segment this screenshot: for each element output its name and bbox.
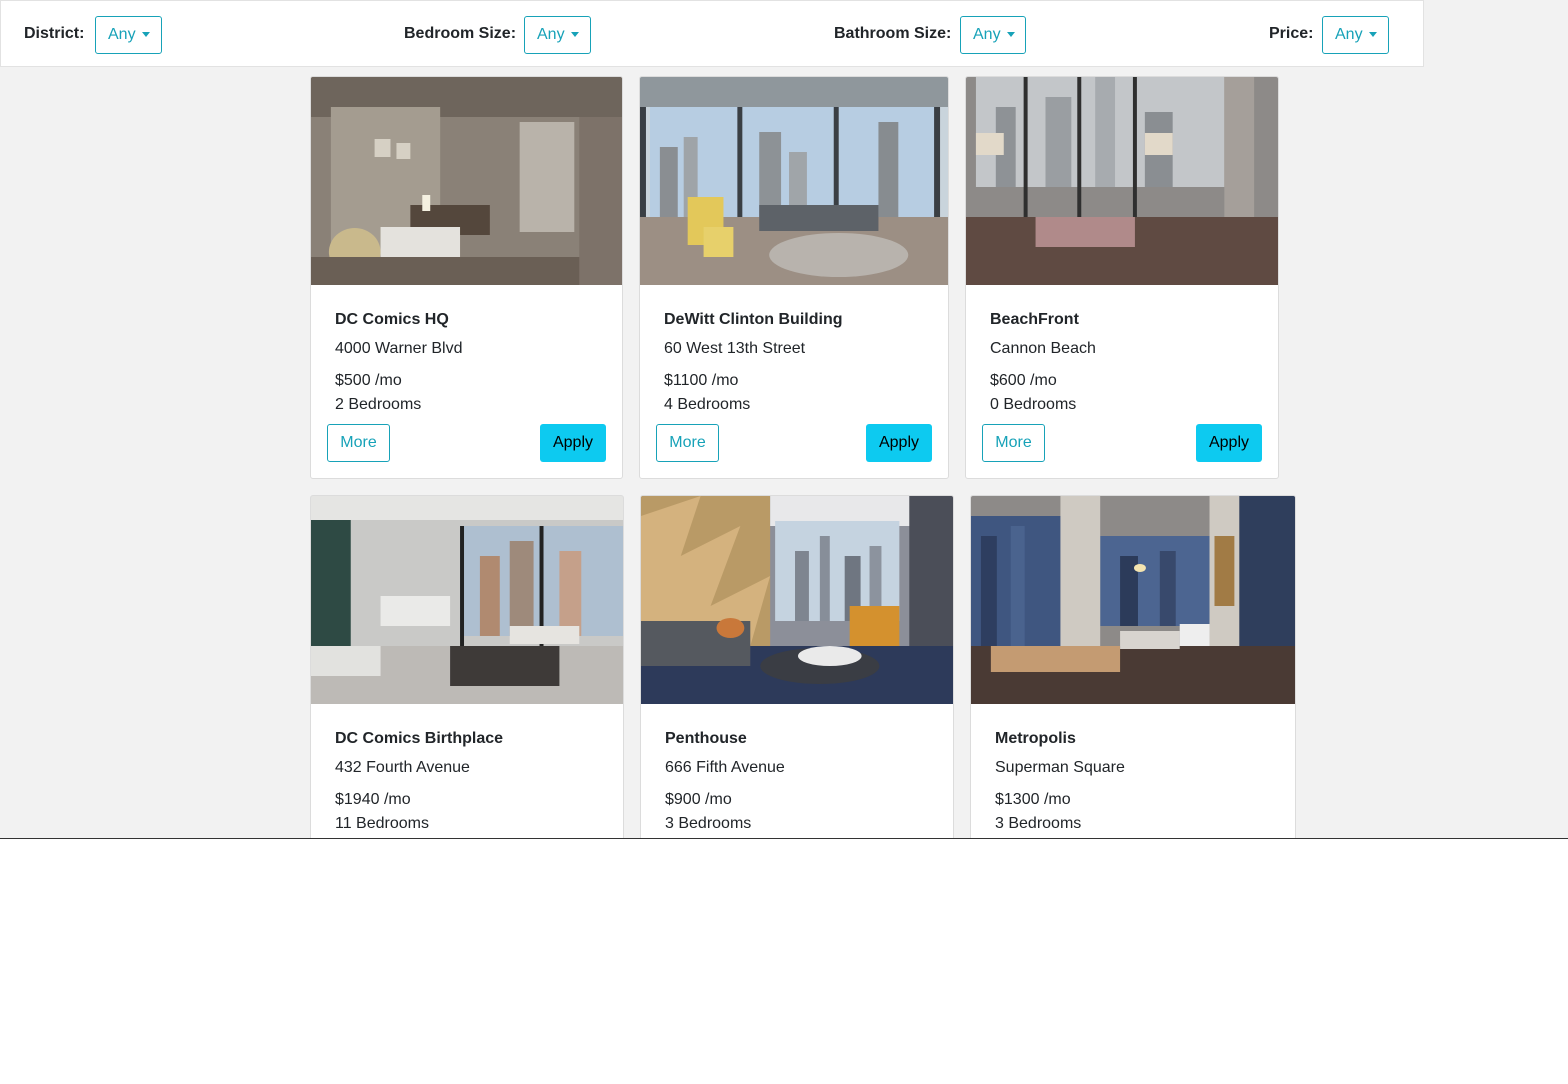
listing-address: Superman Square [995,759,1125,776]
bedroom-dropdown-value: Any [537,26,565,43]
district-dropdown-value: Any [108,26,136,43]
more-button[interactable]: More [656,424,719,462]
caret-down-icon [141,31,150,37]
listing-card: Penthouse 666 Fifth Avenue $900 /mo 3 Be… [640,495,954,838]
listing-address: 666 Fifth Avenue [665,759,785,776]
listing-title: DeWitt Clinton Building [664,311,843,328]
listing-bedrooms: 3 Bedrooms [995,815,1082,832]
listing-price: $900 /mo [665,791,732,808]
listing-photo[interactable] [966,77,1278,285]
page-viewport: District: Any Bedroom Size: Any Bathroom… [0,0,1568,839]
more-button[interactable]: More [327,424,390,462]
listing-address: 432 Fourth Avenue [335,759,470,776]
listing-photo[interactable] [641,496,953,704]
listing-bedrooms: 0 Bedrooms [990,396,1077,413]
bedroom-dropdown[interactable]: Any [524,16,591,54]
caret-down-icon [1368,31,1377,37]
listing-price: $600 /mo [990,372,1057,389]
apply-button[interactable]: Apply [540,424,606,462]
bathroom-label: Bathroom Size: [834,25,952,42]
price-dropdown[interactable]: Any [1322,16,1389,54]
bathroom-dropdown-value: Any [973,26,1001,43]
price-dropdown-value: Any [1335,26,1363,43]
listing-card: BeachFront Cannon Beach $600 /mo 0 Bedro… [965,76,1279,479]
caret-down-icon [1006,31,1015,37]
listing-photo[interactable] [311,496,623,704]
listing-card: DeWitt Clinton Building 60 West 13th Str… [639,76,949,479]
listing-title: BeachFront [990,311,1079,328]
listing-title: DC Comics Birthplace [335,730,504,747]
filter-bar: District: Any Bedroom Size: Any Bathroom… [0,0,1424,67]
listing-card: Metropolis Superman Square $1300 /mo 3 B… [970,495,1296,838]
listing-price: $1300 /mo [995,791,1071,808]
listing-address: 4000 Warner Blvd [335,340,463,357]
listing-price: $1100 /mo [664,372,739,389]
bedroom-label: Bedroom Size: [404,25,517,42]
listing-bedrooms: 3 Bedrooms [665,815,752,832]
listing-title: Metropolis [995,730,1076,747]
listing-bedrooms: 4 Bedrooms [664,396,751,413]
listing-card: DC Comics HQ 4000 Warner Blvd $500 /mo 2… [310,76,623,479]
more-button[interactable]: More [982,424,1045,462]
district-dropdown[interactable]: Any [95,16,162,54]
listing-photo[interactable] [640,77,948,285]
listing-price: $500 /mo [335,372,402,389]
listing-title: DC Comics HQ [335,311,449,328]
listing-bedrooms: 11 Bedrooms [335,815,429,832]
listing-price: $1940 /mo [335,791,411,808]
listing-address: Cannon Beach [990,340,1096,357]
price-label: Price: [1269,25,1314,42]
caret-down-icon [570,31,579,37]
listing-address: 60 West 13th Street [664,340,806,357]
listing-card: DC Comics Birthplace 432 Fourth Avenue $… [310,495,624,838]
listing-title: Penthouse [665,730,747,747]
bathroom-dropdown[interactable]: Any [960,16,1026,54]
apply-button[interactable]: Apply [1196,424,1262,462]
district-label: District: [24,25,85,42]
apply-button[interactable]: Apply [866,424,932,462]
listing-photo[interactable] [311,77,622,285]
listing-bedrooms: 2 Bedrooms [335,396,422,413]
listing-photo[interactable] [971,496,1295,704]
